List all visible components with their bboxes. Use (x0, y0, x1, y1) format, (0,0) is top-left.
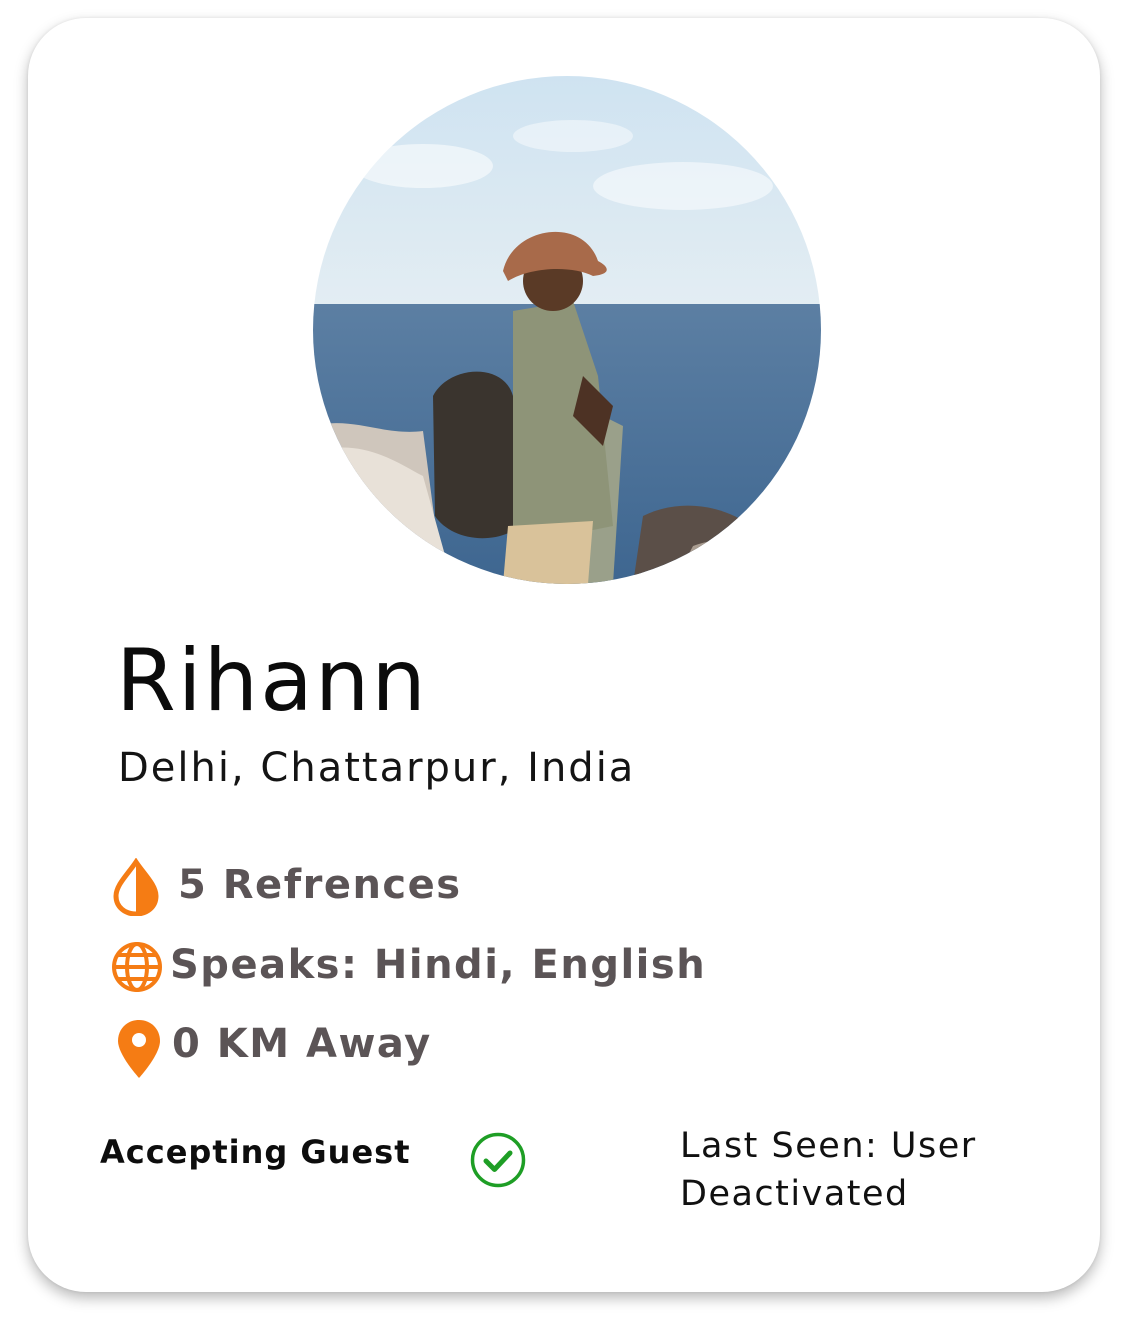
accepting-guest-label: Accepting Guest (100, 1133, 411, 1171)
speaks-text: Speaks: Hindi, English (170, 942, 707, 988)
distance-text: 0 KM Away (172, 1021, 432, 1067)
location-pin-icon (116, 1018, 162, 1084)
water-drop-icon (110, 857, 162, 920)
references-text: 5 Refrences (178, 862, 462, 908)
globe-icon (110, 940, 164, 998)
last-seen-status: Last Seen: User Deactivated (680, 1126, 977, 1214)
profile-location: Delhi, Chattarpur, India (118, 745, 636, 791)
check-circle-icon (469, 1131, 527, 1193)
profile-card[interactable]: Rihann Delhi, Chattarpur, India 5 Refren… (28, 18, 1100, 1292)
profile-name: Rihann (116, 631, 428, 731)
avatar (313, 76, 821, 584)
